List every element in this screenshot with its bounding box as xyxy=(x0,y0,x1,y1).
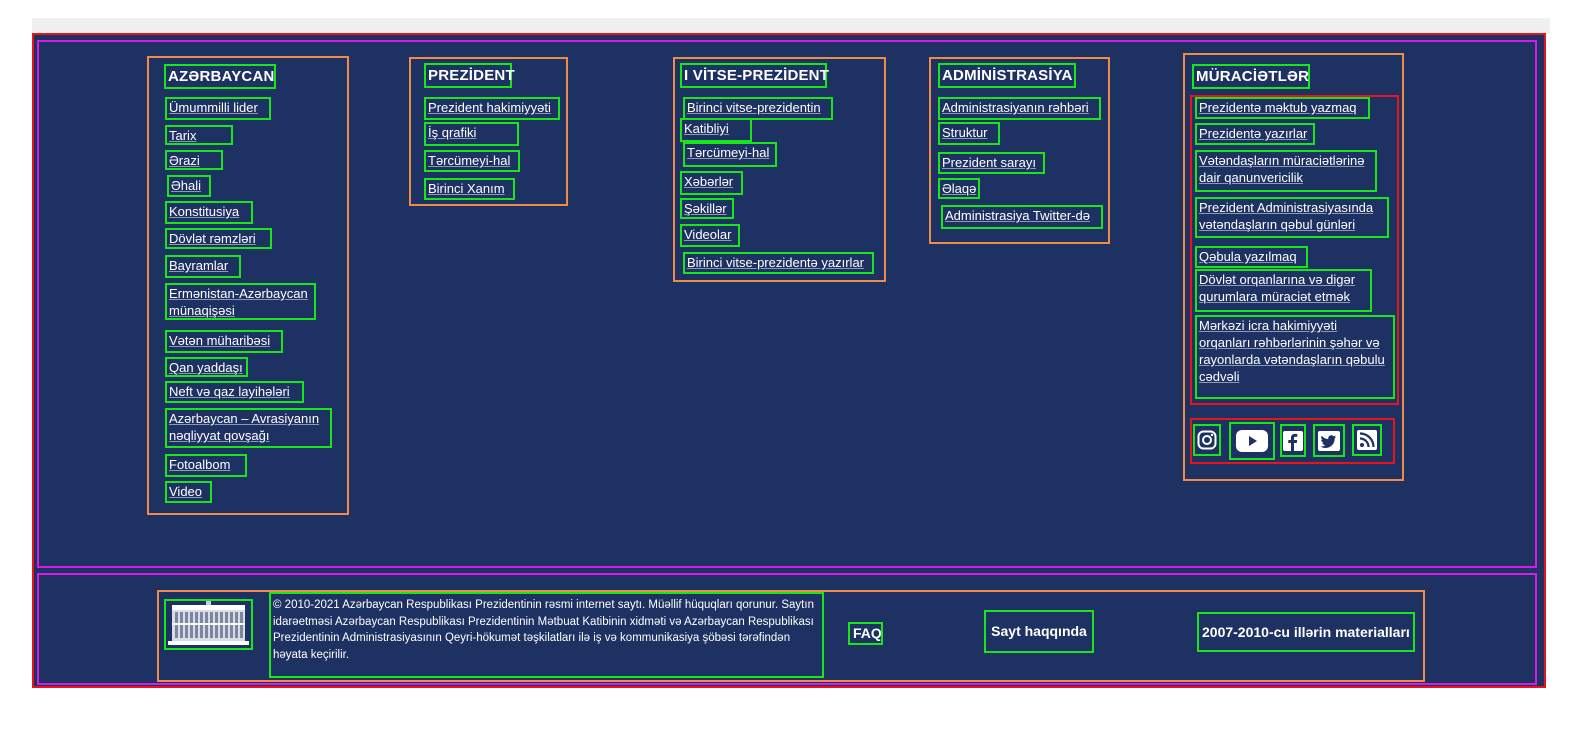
presidential-palace-logo[interactable] xyxy=(164,599,253,650)
column-title-president[interactable]: PREZİDENT xyxy=(424,63,515,88)
footer-link[interactable]: Prezident hakimiyyəti xyxy=(424,97,560,120)
footer-link[interactable]: Əlaqə xyxy=(938,178,980,199)
footer-link[interactable]: Mərkəzi icra hakimiyyəti orqanları rəhbə… xyxy=(1195,315,1395,399)
footer-link[interactable]: Administrasiyanın rəhbəri xyxy=(938,97,1101,120)
footer-link[interactable]: Neft və qaz layihələri xyxy=(165,381,304,403)
footer-link[interactable]: Katibliyi xyxy=(680,118,752,142)
copyright-text: © 2010-2021 Azərbaycan Respublikası Prez… xyxy=(269,592,824,678)
footer-link[interactable]: Əhali xyxy=(167,175,211,197)
footer-link[interactable]: Konstitusiya xyxy=(165,201,253,224)
rss-icon[interactable] xyxy=(1352,424,1382,456)
top-strip xyxy=(32,18,1550,33)
column-title-appeals[interactable]: MÜRACİƏTLƏR xyxy=(1192,64,1310,89)
column-title-administration[interactable]: ADMİNİSTRASİYA xyxy=(938,63,1076,88)
footer-link[interactable]: Şəkillər xyxy=(680,198,734,219)
archive-materials-link[interactable]: 2007-2010-cu illərin materialları xyxy=(1197,612,1415,652)
instagram-icon[interactable] xyxy=(1193,424,1221,456)
faq-link[interactable]: FAQ xyxy=(848,622,883,645)
footer-link[interactable]: Qəbula yazılmaq xyxy=(1195,246,1308,268)
footer-link[interactable]: Fotoalbom xyxy=(165,454,247,477)
footer-link[interactable]: Dövlət orqanlarına və digər qurumlara mü… xyxy=(1195,269,1372,312)
footer-link[interactable]: Birinci vitse-prezidentin xyxy=(683,97,833,120)
footer-link[interactable]: Vətən müharibəsi xyxy=(165,330,283,353)
palace-icon xyxy=(168,601,249,645)
footer-link[interactable]: Tərcümeyi-hal xyxy=(424,150,520,172)
footer-link[interactable]: Videolar xyxy=(680,224,740,247)
footer-link[interactable]: Prezidentə məktub yazmaq xyxy=(1195,97,1370,119)
footer-link[interactable]: Dövlət rəmzləri xyxy=(165,228,272,249)
footer-link[interactable]: Qan yaddaşı xyxy=(165,357,248,377)
footer-link[interactable]: Ümummilli lider xyxy=(165,97,271,120)
footer-link[interactable]: Vətəndaşların müraciətlərinə dair qanunv… xyxy=(1195,150,1377,192)
footer-link[interactable]: Birinci Xanım xyxy=(424,178,515,200)
twitter-icon[interactable] xyxy=(1313,424,1345,457)
youtube-icon[interactable] xyxy=(1229,422,1275,460)
footer-link[interactable]: Prezidentə yazırlar xyxy=(1195,123,1315,145)
footer-link[interactable]: Ərazi xyxy=(165,150,223,170)
footer-column-vice-president xyxy=(673,57,886,282)
footer-link[interactable]: Video xyxy=(165,481,212,503)
footer-link[interactable]: Tərcümeyi-hal xyxy=(683,142,777,167)
footer-link[interactable]: Ermənistan-Azərbaycan münaqişəsi xyxy=(165,283,316,320)
column-title-azerbaijan[interactable]: AZƏRBAYCAN xyxy=(164,64,276,89)
footer-link[interactable]: Azərbaycan – Avrasiyanın nəqliyyat qovşa… xyxy=(165,408,332,448)
about-site-link[interactable]: Sayt haqqında xyxy=(984,610,1094,653)
footer-link[interactable]: Prezident Administrasiyasında vətəndaşla… xyxy=(1195,197,1389,238)
footer-link[interactable]: İş qrafiki xyxy=(424,122,519,146)
footer-link[interactable]: Struktur xyxy=(938,122,1000,145)
footer-link[interactable]: Administrasiya Twitter-də xyxy=(941,205,1103,229)
footer-link[interactable]: Tarix xyxy=(165,125,233,145)
facebook-icon[interactable] xyxy=(1280,424,1306,457)
footer-link[interactable]: Prezident sarayı xyxy=(938,152,1045,174)
column-title-vice-president[interactable]: I VİTSE-PREZİDENT xyxy=(680,63,829,88)
footer-link[interactable]: Xəbərlər xyxy=(680,171,743,195)
footer-link[interactable]: Birinci vitse-prezidentə yazırlar xyxy=(683,252,874,274)
footer-link[interactable]: Bayramlar xyxy=(165,255,241,278)
